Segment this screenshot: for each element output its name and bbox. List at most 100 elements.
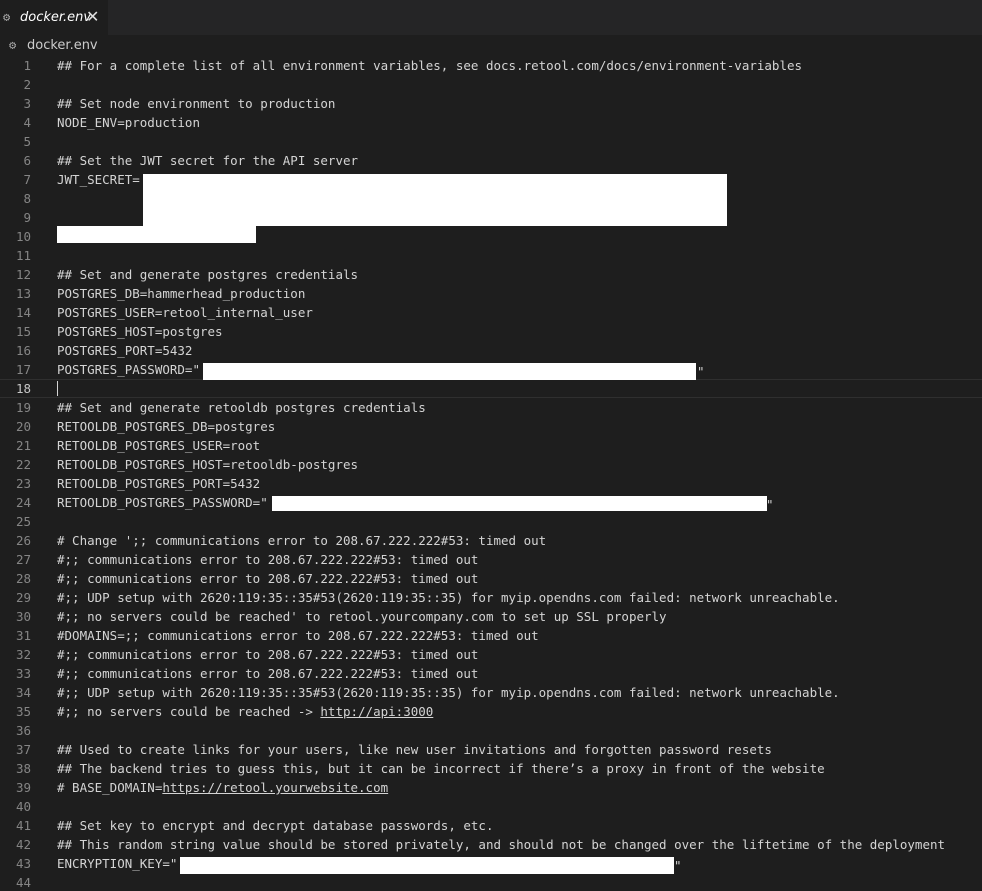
line-number: 21 [15, 438, 31, 453]
closing-quote: " [766, 497, 774, 512]
code-line[interactable]: 27 #;; communications error to 208.67.222… [0, 550, 982, 569]
code-line[interactable]: 41 ## Set key to encrypt and decrypt data… [0, 816, 982, 835]
line-number: 14 [15, 305, 31, 320]
code-line[interactable]: 29 #;; UDP setup with 2620:119:35::35#53(… [0, 588, 982, 607]
code-text-segment: #;; communications error to 208.67.222.2… [57, 647, 479, 662]
code-text: POSTGRES_USER=retool_internal_user [57, 303, 313, 322]
line-number: 26 [15, 533, 31, 548]
code-text: #;; communications error to 208.67.222.2… [57, 569, 478, 588]
code-text: #;; UDP setup with 2620:119:35::35#53(26… [57, 588, 840, 607]
line-number: 7 [23, 172, 31, 187]
line-number: 40 [15, 799, 31, 814]
code-text-segment: POSTGRES_PASSWORD=" [57, 362, 200, 377]
code-line[interactable]: 20 RETOOLDB_POSTGRES_DB=postgres [0, 417, 982, 436]
code-link[interactable]: http://api:3000 [320, 704, 433, 719]
line-number: 2 [23, 77, 31, 92]
code-text: ## Set and generate postgres credentials [57, 265, 358, 284]
code-text-segment: POSTGRES_HOST=postgres [57, 324, 223, 339]
code-line[interactable]: 31 #DOMAINS=;; communications error to 20… [0, 626, 982, 645]
code-text: ## This random string value should be st… [57, 835, 945, 854]
line-number: 11 [15, 248, 31, 263]
code-line[interactable]: 44 [0, 873, 982, 891]
line-number: 20 [15, 419, 31, 434]
code-line[interactable]: 34 #;; UDP setup with 2620:119:35::35#53(… [0, 683, 982, 702]
code-text: POSTGRES_DB=hammerhead_production [57, 284, 305, 303]
code-line[interactable]: 32 #;; communications error to 208.67.222… [0, 645, 982, 664]
code-line[interactable]: 1 ## For a complete list of all environme… [0, 56, 982, 75]
code-text: #;; no servers could be reached' to reto… [57, 607, 667, 626]
code-line[interactable]: 26 # Change ';; communications error to 2… [0, 531, 982, 550]
line-number: 28 [15, 571, 31, 586]
code-text-segment: RETOOLDB_POSTGRES_HOST=retooldb-postgres [57, 457, 359, 472]
code-line[interactable]: 12 ## Set and generate postgres credentia… [0, 265, 982, 284]
code-text-segment: ## For a complete list of all environmen… [57, 58, 803, 73]
code-line[interactable]: 35 #;; no servers could be reached -> htt… [0, 702, 982, 721]
code-line[interactable]: 42 ## This random string value should be … [0, 835, 982, 854]
code-text: ## Used to create links for your users, … [57, 740, 772, 759]
code-line[interactable]: 39 # BASE_DOMAIN=https://retool.yourwebsi… [0, 778, 982, 797]
code-line[interactable]: 3 ## Set node environment to production [0, 94, 982, 113]
line-number: 38 [15, 761, 31, 776]
line-number: 3 [23, 96, 31, 111]
code-text-segment: #;; no servers could be reached' to reto… [57, 609, 667, 624]
code-text-segment: NODE_ENV=production [57, 115, 200, 130]
text-cursor [57, 381, 58, 396]
code-text: ## The backend tries to guess this, but … [57, 759, 825, 778]
code-line[interactable]: 15 POSTGRES_HOST=postgres [0, 322, 982, 341]
code-text: ## Set and generate retooldb postgres cr… [57, 398, 426, 417]
line-number: 5 [23, 134, 31, 149]
code-text: POSTGRES_PASSWORD=" [57, 360, 200, 379]
code-text: RETOOLDB_POSTGRES_PASSWORD=" [57, 493, 268, 512]
code-text: RETOOLDB_POSTGRES_USER=root [57, 436, 260, 455]
line-number: 36 [15, 723, 31, 738]
code-line[interactable]: 13 POSTGRES_DB=hammerhead_production [0, 284, 982, 303]
line-number: 30 [15, 609, 31, 624]
code-line[interactable]: 30 #;; no servers could be reached' to re… [0, 607, 982, 626]
code-line[interactable]: 40 [0, 797, 982, 816]
code-line[interactable]: 5 [0, 132, 982, 151]
code-text-segment: ## Set and generate postgres credentials [57, 267, 359, 282]
code-line[interactable]: 11 [0, 246, 982, 265]
code-line[interactable]: 16 POSTGRES_PORT=5432 [0, 341, 982, 360]
code-text-segment: # Change ';; communications error to 208… [57, 533, 547, 548]
code-text-segment: ## Set and generate retooldb postgres cr… [57, 400, 426, 415]
code-text-segment: #;; communications error to 208.67.222.2… [57, 571, 479, 586]
code-line[interactable]: 14 POSTGRES_USER=retool_internal_user [0, 303, 982, 322]
code-line[interactable]: 2 [0, 75, 982, 94]
code-line[interactable]: 25 [0, 512, 982, 531]
tab-docker-env[interactable]: ⚙ docker.env ✕ [0, 0, 108, 35]
line-number: 1 [23, 58, 31, 73]
code-text: #;; communications error to 208.67.222.2… [57, 550, 478, 569]
code-line[interactable]: 6 ## Set the JWT secret for the API serve… [0, 151, 982, 170]
code-text-segment: ## The backend tries to guess this, but … [57, 761, 825, 776]
code-line[interactable]: 37 ## Used to create links for your users… [0, 740, 982, 759]
line-number: 17 [15, 362, 31, 377]
line-number: 23 [15, 476, 31, 491]
code-line[interactable]: 19 ## Set and generate retooldb postgres … [0, 398, 982, 417]
line-number: 39 [15, 780, 31, 795]
code-line[interactable]: 21 RETOOLDB_POSTGRES_USER=root [0, 436, 982, 455]
code-line[interactable]: 36 [0, 721, 982, 740]
breadcrumb-item-docker-env[interactable]: docker.env [27, 37, 98, 54]
redacted-secret [272, 496, 767, 511]
code-text: POSTGRES_PORT=5432 [57, 341, 192, 360]
code-line[interactable]: 33 #;; communications error to 208.67.222… [0, 664, 982, 683]
code-text: NODE_ENV=production [57, 113, 200, 132]
code-text: #;; communications error to 208.67.222.2… [57, 664, 478, 683]
code-line[interactable]: 18 [0, 379, 982, 398]
code-line[interactable]: 28 #;; communications error to 208.67.222… [0, 569, 982, 588]
code-line[interactable]: 4 NODE_ENV=production [0, 113, 982, 132]
code-line[interactable]: 22 RETOOLDB_POSTGRES_HOST=retooldb-postgr… [0, 455, 982, 474]
line-number: 19 [15, 400, 31, 415]
line-number: 37 [15, 742, 31, 757]
code-text: # BASE_DOMAIN=https://retool.yourwebsite… [57, 778, 388, 797]
code-text: #DOMAINS=;; communications error to 208.… [57, 626, 539, 645]
code-text-segment: RETOOLDB_POSTGRES_PORT=5432 [57, 476, 261, 491]
code-line[interactable]: 38 ## The backend tries to guess this, bu… [0, 759, 982, 778]
code-text: ## Set key to encrypt and decrypt databa… [57, 816, 494, 835]
code-text-segment: RETOOLDB_POSTGRES_PASSWORD=" [57, 495, 268, 510]
code-line[interactable]: 23 RETOOLDB_POSTGRES_PORT=5432 [0, 474, 982, 493]
code-link[interactable]: https://retool.yourwebsite.com [162, 780, 388, 795]
code-text-segment: #;; communications error to 208.67.222.2… [57, 666, 479, 681]
close-icon[interactable]: ✕ [86, 7, 99, 27]
